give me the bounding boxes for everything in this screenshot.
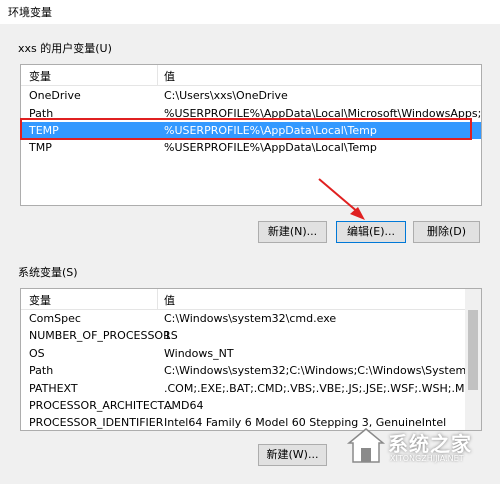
user-edit-button[interactable]: 编辑(E)... [336,221,406,243]
house-logo-icon [346,428,386,463]
system-vars-list[interactable]: 变量 值 ComSpec C:\Windows\system32\cmd.exe… [20,288,482,431]
var-name: OS [29,347,45,360]
var-value: Windows_NT [164,347,234,360]
list-row[interactable]: Path C:\Windows\system32;C:\Windows;C:\W… [21,362,481,379]
list-row[interactable]: ComSpec C:\Windows\system32\cmd.exe [21,310,481,327]
var-value: AMD64 [164,399,204,412]
var-value: C:\Users\xxs\OneDrive [164,89,288,102]
var-name: OneDrive [29,89,81,102]
list-row[interactable]: PROCESSOR_ARCHITECT... AMD64 [21,397,481,414]
user-new-button[interactable]: 新建(N)... [258,221,327,243]
vertical-scrollbar[interactable] [465,289,481,430]
scrollbar-thumb[interactable] [468,310,478,390]
user-vars-label: xxs 的用户变量(U) [18,42,112,55]
list-row[interactable]: NUMBER_OF_PROCESSORS 1 [21,327,481,344]
watermark-logo: 系统之家 XITONGZHIJIA.NET [344,424,494,472]
list-row[interactable]: OS Windows_NT [21,345,481,362]
var-name: PATHEXT [29,382,78,395]
var-name: TMP [29,141,52,154]
user-vars-header: 变量 值 [21,65,481,86]
annotation-arrow-icon [318,178,365,220]
title-bar: 环境变量 [0,0,500,24]
column-header-variable[interactable]: 变量 [29,68,51,84]
column-separator [157,65,158,85]
var-name: Path [29,364,54,377]
list-row[interactable]: PATHEXT .COM;.EXE;.BAT;.CMD;.VBS;.VBE;.J… [21,380,481,397]
var-name: NUMBER_OF_PROCESSORS [29,329,178,342]
system-new-button[interactable]: 新建(W)... [258,444,327,466]
column-header-variable[interactable]: 变量 [29,292,51,308]
watermark-subtext: XITONGZHIJIA.NET [390,454,464,463]
system-vars-header: 变量 值 [21,289,481,310]
var-value: C:\Windows\system32\cmd.exe [164,312,337,325]
column-separator [157,289,158,309]
user-delete-button[interactable]: 删除(D) [413,221,480,243]
var-name: PROCESSOR_IDENTIFIER [29,416,164,429]
watermark-text: 系统之家 [388,432,472,456]
column-header-value[interactable]: 值 [164,68,175,84]
system-vars-label: 系统变量(S) [18,266,78,279]
var-name: PROCESSOR_ARCHITECT... [29,399,174,412]
var-value: C:\Windows\system32;C:\Windows;C:\Window… [164,364,482,377]
column-header-value[interactable]: 值 [164,292,175,308]
var-value: %USERPROFILE%\AppData\Local\Temp [164,141,377,154]
list-row[interactable]: OneDrive C:\Users\xxs\OneDrive [21,87,481,104]
window-title: 环境变量 [8,6,52,19]
highlight-box [20,118,472,140]
var-value: 1 [164,329,171,342]
var-name: ComSpec [29,312,81,325]
list-row[interactable]: TMP %USERPROFILE%\AppData\Local\Temp [21,139,481,156]
var-value: .COM;.EXE;.BAT;.CMD;.VBS;.VBE;.JS;.JSE;.… [164,382,480,395]
